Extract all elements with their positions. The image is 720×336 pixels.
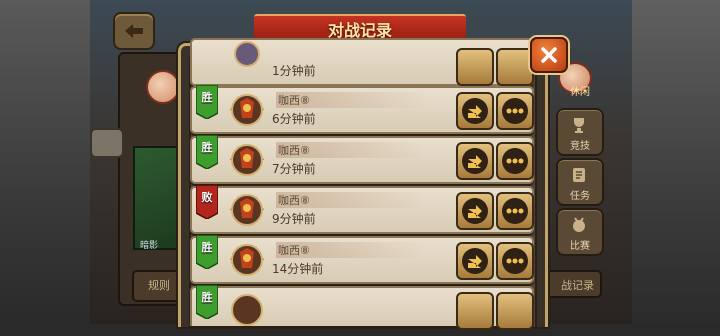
more-button[interactable]	[496, 92, 534, 130]
medal-icon	[573, 217, 585, 232]
win-badge: 胜	[195, 134, 219, 170]
back-button[interactable]	[113, 12, 155, 50]
more-button[interactable]	[496, 142, 534, 180]
background-left	[0, 0, 90, 324]
lose-badge: 败	[195, 184, 219, 220]
scroll-icon	[573, 168, 585, 182]
share-button[interactable]	[456, 48, 494, 86]
record-time: 14分钟前	[272, 262, 324, 276]
share-icon	[468, 155, 482, 168]
record-row[interactable]: 1分钟前	[190, 38, 534, 86]
more-button[interactable]	[496, 242, 534, 280]
share-icon	[468, 105, 482, 118]
result-label: 胜	[201, 291, 213, 304]
shadow-label: 暗影	[140, 241, 159, 251]
opponent-avatar	[224, 138, 270, 182]
background-right	[632, 0, 720, 324]
result-label: 胜	[201, 241, 213, 254]
win-badge: 胜	[195, 284, 219, 320]
more-button[interactable]	[496, 192, 534, 230]
share-button[interactable]	[456, 242, 494, 280]
share-icon	[468, 205, 482, 218]
result-label: 胜	[201, 141, 213, 154]
share-button[interactable]	[456, 192, 494, 230]
opponent-avatar	[224, 88, 270, 132]
tab-casual-label: 休闲	[570, 87, 590, 98]
more-button[interactable]	[496, 48, 534, 86]
record-time: 7分钟前	[272, 162, 316, 176]
result-label: 胜	[201, 91, 213, 104]
win-badge: 胜	[195, 234, 219, 270]
more-button[interactable]	[496, 292, 534, 330]
close-button[interactable]	[530, 37, 568, 73]
win-badge: 胜	[195, 84, 219, 120]
record-row[interactable]: 胜 咖西⑧ 14分钟前	[190, 234, 534, 284]
record-row[interactable]: 败 咖西⑧ 9分钟前	[190, 184, 534, 234]
opponent-avatar	[224, 288, 270, 332]
close-icon	[541, 47, 557, 63]
share-button[interactable]	[456, 142, 494, 180]
more-icon	[506, 108, 524, 114]
more-icon	[506, 208, 524, 214]
more-icon	[506, 258, 524, 264]
record-row[interactable]: 胜 咖西⑧ 6分钟前	[190, 84, 534, 134]
share-button[interactable]	[456, 92, 494, 130]
result-label: 败	[201, 191, 213, 204]
jester-icon	[146, 70, 180, 104]
records-button[interactable]: 战记录	[540, 270, 602, 298]
opponent-name: 咖西⑧	[278, 144, 310, 157]
opponent-avatar	[224, 238, 270, 282]
tab-tasks-label: 任务	[570, 191, 590, 202]
more-icon	[506, 158, 524, 164]
record-time: 6分钟前	[272, 112, 316, 126]
record-row[interactable]: 胜 咖西⑧ 7分钟前	[190, 134, 534, 184]
opponent-name: 咖西⑧	[278, 194, 310, 207]
trophy-icon	[574, 118, 584, 133]
tab-tasks[interactable]: 任务	[556, 158, 604, 206]
opponent-name: 咖西⑧	[278, 244, 310, 257]
share-icon	[468, 255, 482, 268]
tab-ranked-label: 竞技	[570, 141, 590, 152]
back-arrow-icon	[125, 24, 143, 38]
record-time: 1分钟前	[272, 64, 316, 78]
opponent-avatar	[224, 40, 270, 84]
share-button[interactable]	[456, 292, 494, 330]
tab-ranked[interactable]: 竞技	[556, 108, 604, 156]
opponent-avatar	[224, 188, 270, 232]
record-time: 9分钟前	[272, 212, 316, 226]
opponent-name: 咖西⑧	[278, 94, 310, 107]
chat-button[interactable]	[90, 128, 124, 158]
record-row[interactable]: 胜	[190, 284, 534, 330]
tab-match[interactable]: 比赛	[556, 208, 604, 256]
tab-match-label: 比赛	[570, 241, 590, 252]
